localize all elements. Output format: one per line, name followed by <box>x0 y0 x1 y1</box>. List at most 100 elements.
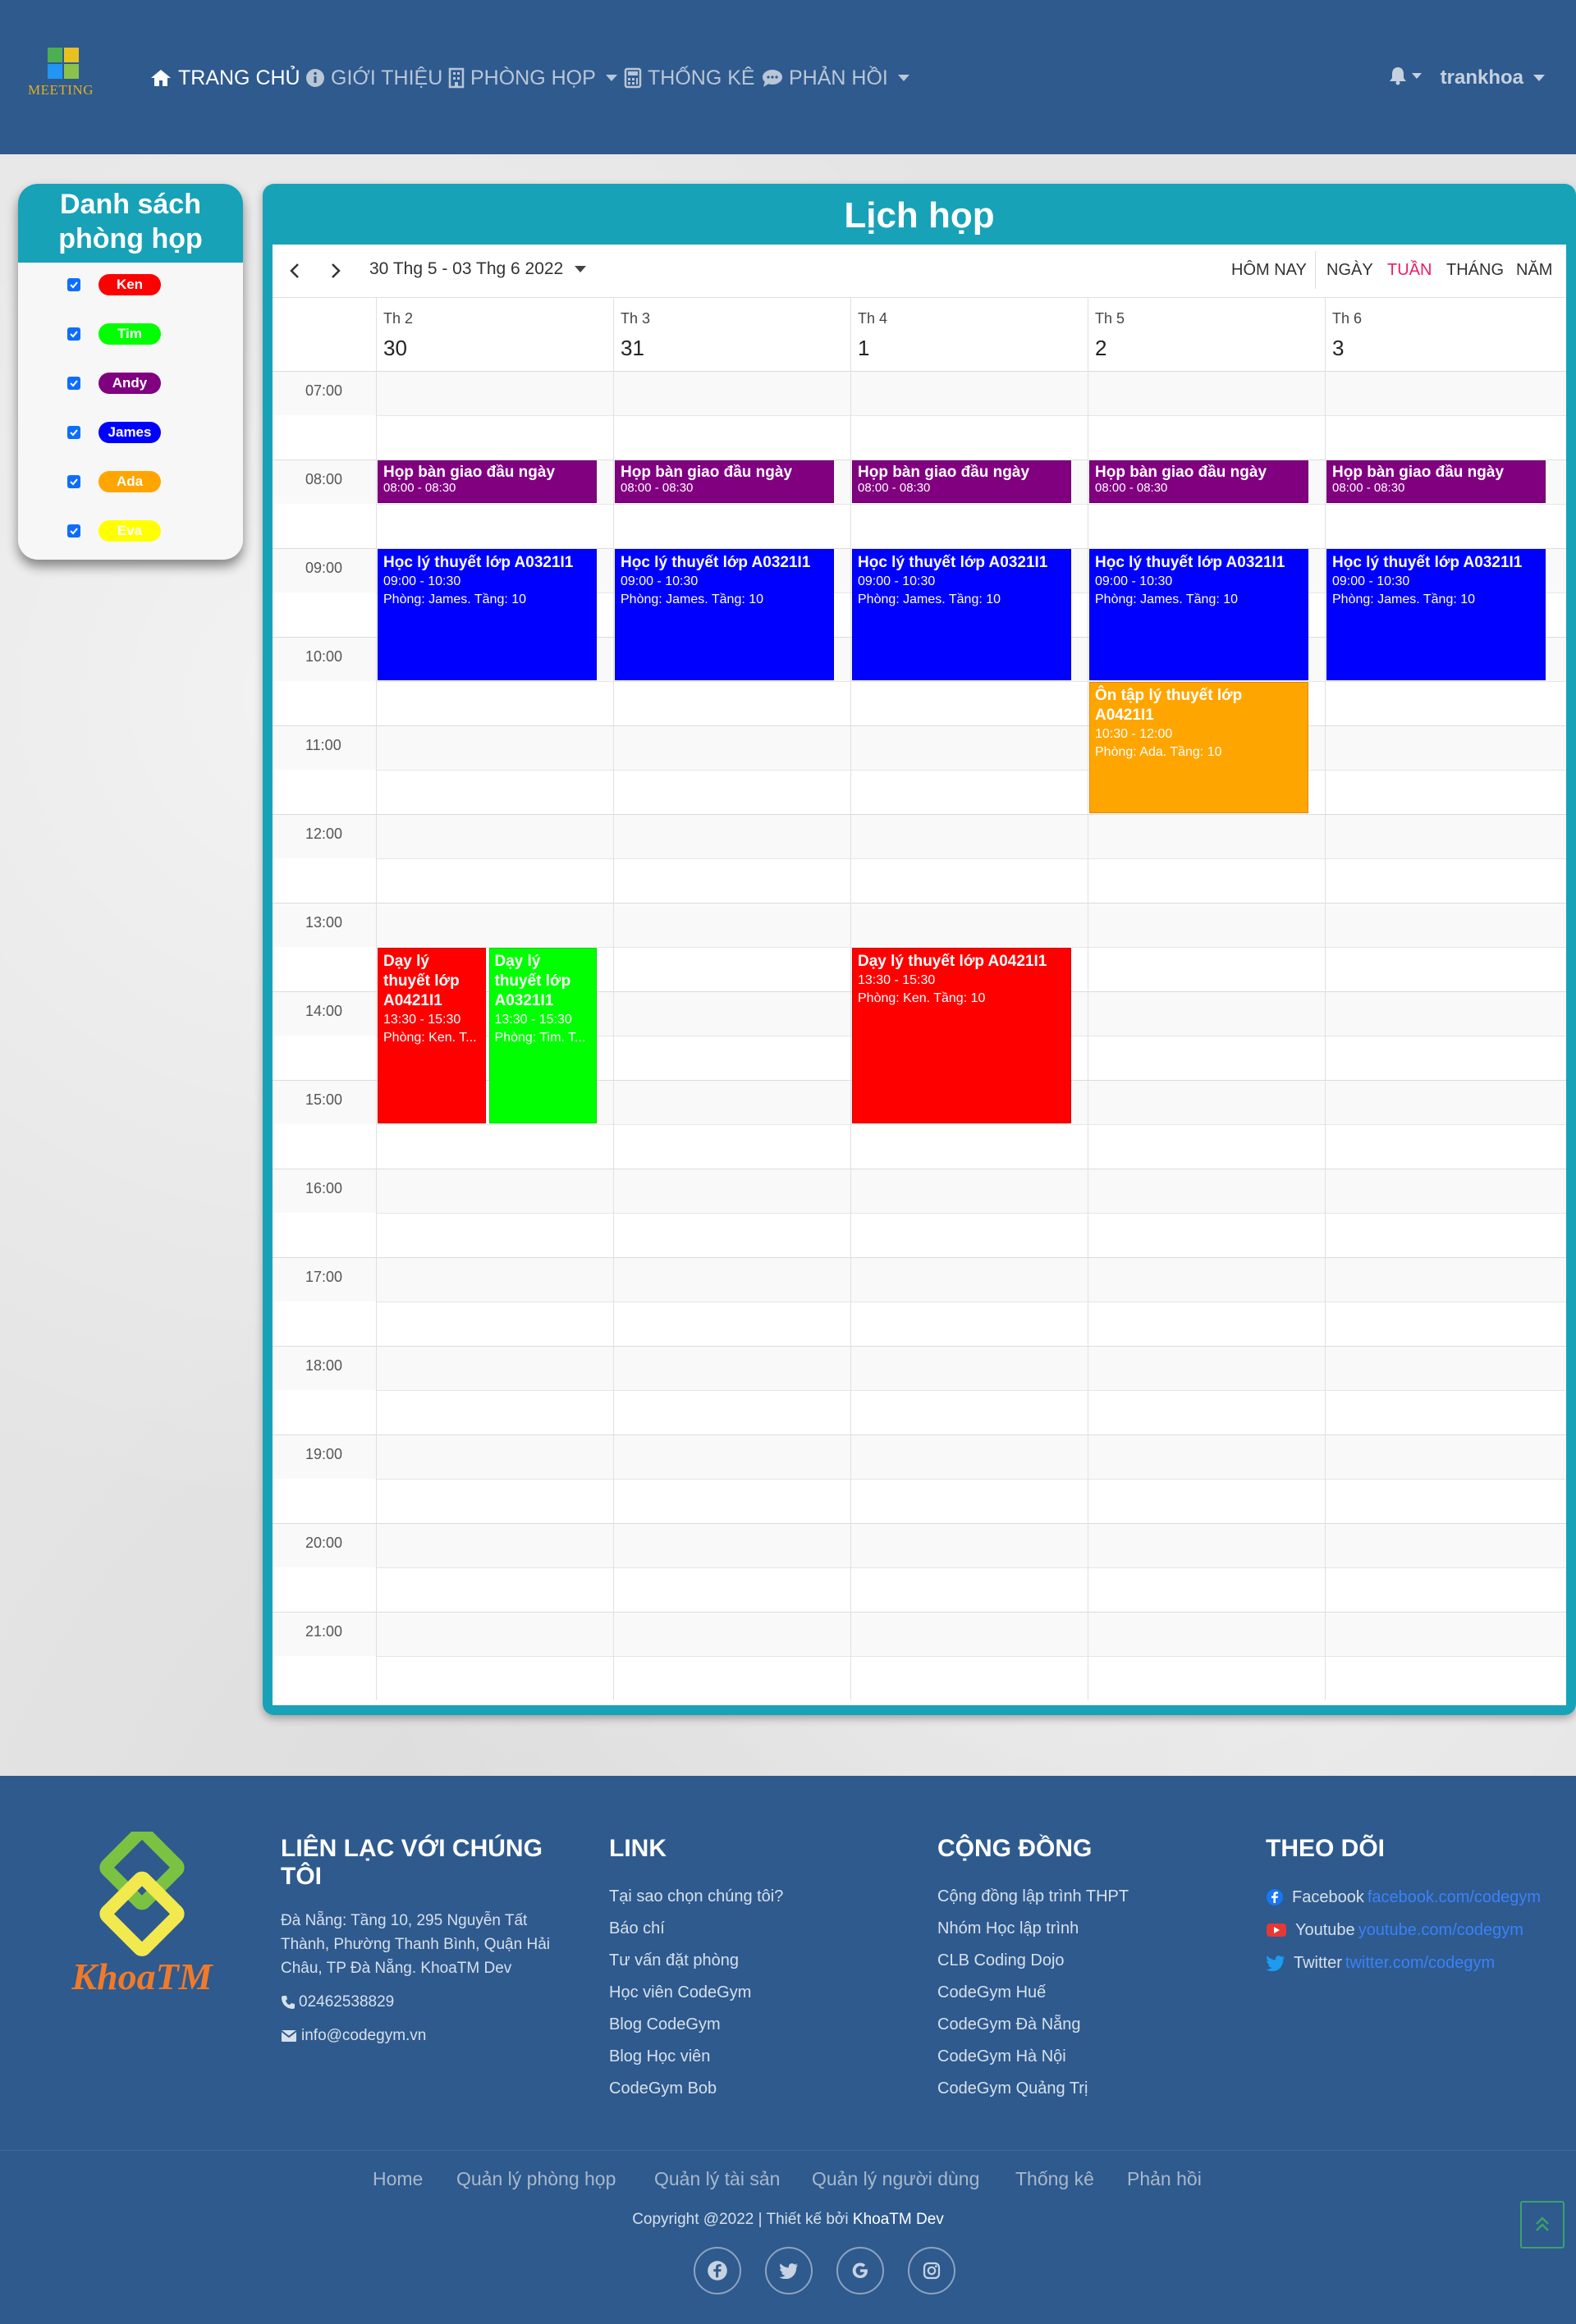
footer-link[interactable]: Học viên CodeGym <box>609 1977 783 2009</box>
time-slot[interactable] <box>273 681 1566 725</box>
calendar-event[interactable]: Họp bàn giao đầu ngày 08:00 - 08:30 <box>1089 460 1308 503</box>
room-filter-ada[interactable]: Ada <box>67 469 161 494</box>
footer-link[interactable]: Tại sao chọn chúng tôi? <box>609 1881 783 1913</box>
time-slot[interactable] <box>273 725 1566 770</box>
nav-home[interactable]: TRANG CHỦ <box>149 64 300 92</box>
footer-nav-link[interactable]: Quản lý phòng họp <box>456 2168 616 2190</box>
calendar-event[interactable]: Họp bàn giao đầu ngày 08:00 - 08:30 <box>852 460 1071 503</box>
social-instagram-button[interactable] <box>908 2247 955 2294</box>
social-facebook-button[interactable] <box>694 2247 741 2294</box>
follow-facebook[interactable]: Facebook facebook.com/codegym <box>1266 1881 1541 1914</box>
day-header-4[interactable]: Th 6 3 <box>1325 297 1562 371</box>
follow-youtube-link[interactable]: youtube.com/codegym <box>1358 1914 1523 1947</box>
room-checkbox[interactable] <box>67 377 80 390</box>
nav-feedback-dropdown[interactable]: PHẢN HỒI <box>762 64 909 92</box>
calendar-event[interactable]: Ôn tập lý thuyết lớp A0421I1 10:30 - 12:0… <box>1089 682 1308 813</box>
year-view-button[interactable]: NĂM <box>1516 261 1552 280</box>
nav-about[interactable]: GIỚI THIỆU <box>305 64 442 92</box>
footer-phone[interactable]: 02462538829 <box>281 1990 584 2014</box>
footer-link[interactable]: Blog Học viên <box>609 2041 783 2073</box>
time-slot[interactable] <box>273 858 1566 903</box>
today-button[interactable]: HÔM NAY <box>1231 261 1307 280</box>
social-google-button[interactable] <box>836 2247 884 2294</box>
time-slot[interactable] <box>273 415 1566 460</box>
footer-nav-link[interactable]: Quản lý tài sản <box>654 2168 780 2190</box>
room-filter-eva[interactable]: Eva <box>67 519 161 543</box>
footer-community-link[interactable]: Nhóm Học lập trình <box>937 1913 1129 1945</box>
footer-link[interactable]: Báo chí <box>609 1913 783 1945</box>
day-header-2[interactable]: Th 4 1 <box>850 297 1088 371</box>
calendar-event[interactable]: Học lý thuyết lớp A0321I1 09:00 - 10:30 Ph… <box>1326 549 1546 680</box>
room-checkbox[interactable] <box>67 475 80 488</box>
calendar-event[interactable]: Họp bàn giao đầu ngày 08:00 - 08:30 <box>1326 460 1546 503</box>
footer-nav-link[interactable]: Thống kê <box>1015 2168 1094 2190</box>
time-slot[interactable] <box>273 1302 1566 1346</box>
time-slot[interactable] <box>273 1612 1566 1656</box>
footer-community-link[interactable]: CodeGym Đà Nẵng <box>937 2009 1129 2041</box>
time-slot[interactable] <box>273 1479 1566 1523</box>
time-slot[interactable] <box>273 504 1566 548</box>
meeting-logo[interactable]: MEETING <box>26 46 103 108</box>
footer-nav-link[interactable]: Home <box>373 2168 423 2190</box>
follow-youtube[interactable]: Youtube youtube.com/codegym <box>1266 1914 1541 1947</box>
time-slot[interactable] <box>273 1567 1566 1612</box>
follow-facebook-link[interactable]: facebook.com/codegym <box>1368 1881 1541 1914</box>
time-slot[interactable] <box>273 1124 1566 1169</box>
calendar-event[interactable]: Học lý thuyết lớp A0321I1 09:00 - 10:30 Ph… <box>1089 549 1308 680</box>
time-slot[interactable] <box>273 1523 1566 1567</box>
month-view-button[interactable]: THÁNG <box>1446 261 1504 280</box>
room-filter-andy[interactable]: Andy <box>67 371 161 396</box>
user-menu[interactable]: trankhoa <box>1441 64 1545 92</box>
time-slot[interactable] <box>273 770 1566 814</box>
room-filter-james[interactable]: James <box>67 420 161 445</box>
copyright-author[interactable]: KhoaTM Dev <box>853 2211 944 2228</box>
time-slot[interactable] <box>273 1390 1566 1434</box>
week-view-button[interactable]: TUẦN <box>1387 261 1432 280</box>
next-week-icon[interactable] <box>325 261 345 281</box>
nav-stats[interactable]: THỐNG KÊ <box>624 64 755 92</box>
day-header-0[interactable]: Th 2 30 <box>376 297 613 371</box>
room-checkbox[interactable] <box>67 426 80 439</box>
calendar-event[interactable]: Dạy lý thuyết lớp A0421I1 13:30 - 15:30 Ph… <box>852 948 1071 1123</box>
time-slot[interactable] <box>273 1656 1566 1700</box>
day-header-3[interactable]: Th 5 2 <box>1088 297 1325 371</box>
time-slot[interactable] <box>273 903 1566 947</box>
follow-twitter[interactable]: Twitter twitter.com/codegym <box>1266 1947 1541 1979</box>
time-slot[interactable] <box>273 1169 1566 1213</box>
nav-rooms-dropdown[interactable]: PHÒNG HỌP <box>448 64 617 92</box>
footer-community-link[interactable]: Cộng đồng lập trình THPT <box>937 1881 1129 1913</box>
footer-community-link[interactable]: CodeGym Quảng Trị <box>937 2073 1129 2105</box>
date-range-picker[interactable]: 30 Thg 5 - 03 Thg 6 2022 <box>369 259 587 279</box>
footer-community-link[interactable]: CodeGym Hà Nội <box>937 2041 1129 2073</box>
calendar-event[interactable]: Dạy lý thuyết lớp A0421I1 13:30 - 15:30 Ph… <box>378 948 486 1123</box>
calendar-event[interactable]: Học lý thuyết lớp A0321I1 09:00 - 10:30 Ph… <box>378 549 597 680</box>
follow-twitter-link[interactable]: twitter.com/codegym <box>1345 1947 1495 1979</box>
calendar-event[interactable]: Học lý thuyết lớp A0321I1 09:00 - 10:30 Ph… <box>615 549 834 680</box>
footer-link[interactable]: CodeGym Bob <box>609 2073 783 2105</box>
footer-nav-link[interactable]: Phản hồi <box>1127 2168 1202 2190</box>
notifications-dropdown[interactable] <box>1389 66 1422 85</box>
footer-community-link[interactable]: CLB Coding Dojo <box>937 1945 1129 1977</box>
footer-community-link[interactable]: CodeGym Huế <box>937 1977 1129 2009</box>
footer-nav-link[interactable]: Quản lý người dùng <box>812 2168 979 2190</box>
room-filter-tim[interactable]: Tim <box>67 322 161 346</box>
prev-week-icon[interactable] <box>286 261 305 281</box>
room-checkbox[interactable] <box>67 327 80 341</box>
day-view-button[interactable]: NGÀY <box>1326 261 1373 280</box>
footer-link[interactable]: Tư vấn đặt phòng <box>609 1945 783 1977</box>
calendar-event[interactable]: Họp bàn giao đầu ngày 08:00 - 08:30 <box>378 460 597 503</box>
calendar-event[interactable]: Học lý thuyết lớp A0321I1 09:00 - 10:30 Ph… <box>852 549 1071 680</box>
day-header-1[interactable]: Th 3 31 <box>613 297 850 371</box>
footer-link[interactable]: Blog CodeGym <box>609 2009 783 2041</box>
social-twitter-button[interactable] <box>765 2247 813 2294</box>
room-filter-ken[interactable]: Ken <box>67 272 161 297</box>
footer-email[interactable]: info@codegym.vn <box>281 2024 584 2047</box>
room-checkbox[interactable] <box>67 524 80 538</box>
time-slot[interactable] <box>273 814 1566 858</box>
time-slot[interactable] <box>273 1213 1566 1257</box>
time-slot[interactable] <box>273 371 1566 415</box>
calendar-event[interactable]: Họp bàn giao đầu ngày 08:00 - 08:30 <box>615 460 834 503</box>
calendar-event[interactable]: Dạy lý thuyết lớp A0321I1 13:30 - 15:30 Ph… <box>488 948 597 1123</box>
room-checkbox[interactable] <box>67 278 80 291</box>
time-slot[interactable] <box>273 1257 1566 1302</box>
